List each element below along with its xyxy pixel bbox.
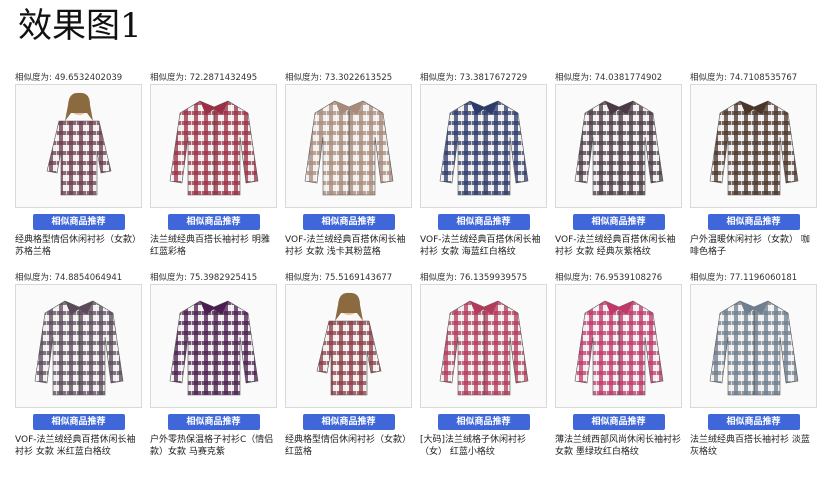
shirt-icon [439,100,528,196]
similar-products-button[interactable]: 相似商品推荐 [437,214,530,230]
shirt-icon [709,100,798,196]
shirt-icon [574,100,663,196]
similarity-score: 相似度为: 73.3022613525 [285,73,393,83]
product-image[interactable] [15,84,142,208]
product-image[interactable] [690,284,817,408]
product-card: 相似度为: 74.0381774902 相似商品推荐 VOF-法兰绒经典百搭休闲… [555,72,682,258]
product-description[interactable]: VOF-法兰绒经典百搭休闲长袖衬衫 女款 浅卡其粉蓝格 [285,234,412,258]
product-image[interactable] [690,84,817,208]
product-card: 相似度为: 76.9539108276 相似商品推荐 薄法兰绒西部风尚休闲长袖衬… [555,272,682,458]
product-card: 相似度为: 77.1196060181 相似商品推荐 法兰绒经典百搭长袖衬衫 淡… [690,272,817,458]
similar-products-button[interactable]: 相似商品推荐 [302,214,395,230]
product-description[interactable]: 法兰绒经典百搭长袖衬衫 淡蓝灰格纹 [690,434,817,458]
product-description[interactable]: 法兰绒经典百搭长袖衬衫 明雅红蓝彩格 [150,234,277,258]
similar-products-button[interactable]: 相似商品推荐 [572,414,665,430]
similar-products-button[interactable]: 相似商品推荐 [32,214,125,230]
similar-products-button[interactable]: 相似商品推荐 [707,414,800,430]
similarity-score: 相似度为: 76.9539108276 [555,273,663,283]
similar-products-button[interactable]: 相似商品推荐 [572,214,665,230]
product-description[interactable]: 户外零热保温格子衬衫C（情侣款）女款 马赛克紫 [150,434,277,458]
product-image[interactable] [420,84,547,208]
similar-products-button[interactable]: 相似商品推荐 [167,414,260,430]
product-image[interactable] [555,284,682,408]
shirt-icon [574,300,663,396]
similar-products-button[interactable]: 相似商品推荐 [32,414,125,430]
product-image[interactable] [150,284,277,408]
shirt-icon [439,300,528,396]
product-card: 相似度为: 76.1359939575 相似商品推荐 [大码]法兰绒格子休闲衬衫… [420,272,547,458]
product-card: 相似度为: 75.3982925415 相似商品推荐 户外零热保温格子衬衫C（情… [150,272,277,458]
product-card: 相似度为: 74.8854064941 相似商品推荐 VOF-法兰绒经典百搭休闲… [15,272,142,458]
product-description[interactable]: VOF-法兰绒经典百搭休闲长袖衬衫 女款 米红蓝白格纹 [15,434,142,458]
product-image[interactable] [420,284,547,408]
similar-products-button[interactable]: 相似商品推荐 [302,414,395,430]
product-card: 相似度为: 72.2871432495 相似商品推荐 法兰绒经典百搭长袖衬衫 明… [150,72,277,258]
similar-products-button[interactable]: 相似商品推荐 [707,214,800,230]
shirt-icon [316,292,381,396]
similarity-score: 相似度为: 75.5169143677 [285,273,393,283]
product-description[interactable]: 经典格型情侣休闲衬衫（女款） 苏格兰格 [15,234,142,258]
similarity-score: 相似度为: 77.1196060181 [690,273,798,283]
similarity-score: 相似度为: 74.0381774902 [555,73,663,83]
shirt-icon [169,300,258,396]
product-image[interactable] [15,284,142,408]
similarity-score: 相似度为: 72.2871432495 [150,73,258,83]
similar-products-button[interactable]: 相似商品推荐 [167,214,260,230]
product-description[interactable]: 户外温暖休闲衬衫（女款） 咖啡色格子 [690,234,817,258]
product-card: 相似度为: 49.6532402039 相似商品推荐 经典格型情侣休闲衬衫（女款… [15,72,142,258]
shirt-icon [169,100,258,196]
shirt-icon [46,92,111,196]
product-description[interactable]: 经典格型情侣休闲衬衫（女款） 红蓝格 [285,434,412,458]
similar-products-button[interactable]: 相似商品推荐 [437,414,530,430]
product-card: 相似度为: 73.3817672729 相似商品推荐 VOF-法兰绒经典百搭休闲… [420,72,547,258]
product-card: 相似度为: 74.7108535767 相似商品推荐 户外温暖休闲衬衫（女款） … [690,72,817,258]
page-title: 效果图1 [18,6,142,46]
product-image[interactable] [285,84,412,208]
product-description[interactable]: [大码]法兰绒格子休闲衬衫（女） 红蓝小格纹 [420,434,547,458]
similarity-score: 相似度为: 74.8854064941 [15,273,123,283]
shirt-icon [304,100,393,196]
similarity-score: 相似度为: 73.3817672729 [420,73,528,83]
similarity-score: 相似度为: 75.3982925415 [150,273,258,283]
similarity-score: 相似度为: 74.7108535767 [690,73,798,83]
similarity-score: 相似度为: 49.6532402039 [15,73,123,83]
product-card: 相似度为: 73.3022613525 相似商品推荐 VOF-法兰绒经典百搭休闲… [285,72,412,258]
product-image[interactable] [150,84,277,208]
shirt-icon [34,300,123,396]
shirt-icon [709,300,798,396]
product-image[interactable] [555,84,682,208]
product-grid: 相似度为: 49.6532402039 相似商品推荐 经典格型情侣休闲衬衫（女款… [15,72,825,458]
similarity-score: 相似度为: 76.1359939575 [420,273,528,283]
product-card: 相似度为: 75.5169143677 相似商品推荐 经典格型情侣休闲衬衫（女款… [285,272,412,458]
product-description[interactable]: VOF-法兰绒经典百搭休闲长袖衬衫 女款 海蓝红白格纹 [420,234,547,258]
product-image[interactable] [285,284,412,408]
product-description[interactable]: 薄法兰绒西部风尚休闲长袖衬衫 女款 墨绿玫红白格纹 [555,434,682,458]
product-description[interactable]: VOF-法兰绒经典百搭休闲长袖衬衫 女款 经典灰紫格纹 [555,234,682,258]
